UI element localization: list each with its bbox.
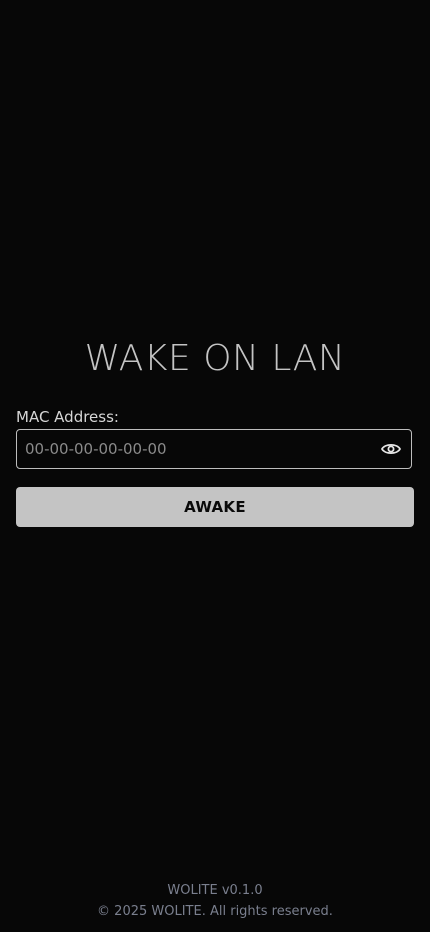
mac-address-label: MAC Address: [16, 408, 119, 426]
version-text: WOLITE v0.1.0 [167, 883, 263, 898]
mac-address-field [16, 429, 412, 469]
copyright-text: © 2025 WOLITE. All rights reserved. [97, 904, 333, 919]
awake-button[interactable]: AWAKE [16, 487, 414, 527]
page-title: WAKE ON LAN [84, 338, 346, 379]
app-screen: WAKE ON LAN MAC Address: AWAKE WOLITE v0… [0, 0, 430, 932]
eye-icon[interactable] [371, 430, 411, 468]
footer: WOLITE v0.1.0 © 2025 WOLITE. All rights … [0, 880, 430, 922]
mac-address-input[interactable] [17, 430, 371, 468]
